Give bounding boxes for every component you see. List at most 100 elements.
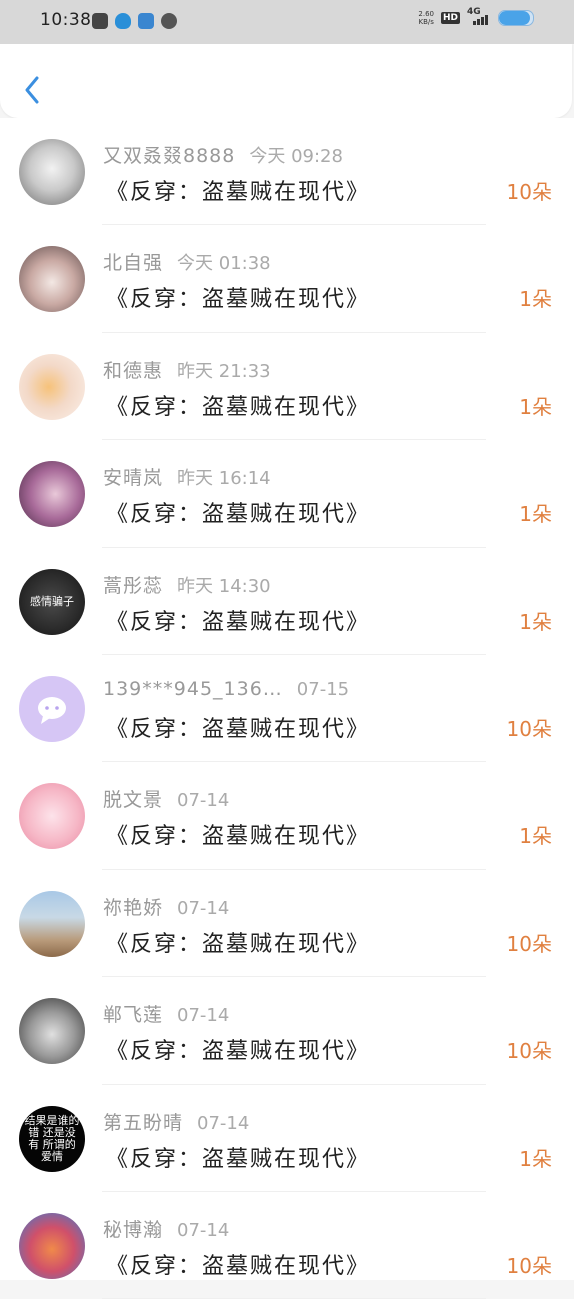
qq-icon [115,13,131,29]
gift-amount: 10朵 [506,931,552,956]
list-item[interactable]: 脱文景 07-14 《反穿：盗墓贼在现代》 1朵 [0,762,574,870]
book-title[interactable]: 《反穿：盗墓贼在现代》 [106,1141,370,1173]
book-title[interactable]: 《反穿：盗墓贼在现代》 [106,711,370,743]
record-time: 今天 01:38 [177,253,271,275]
row-meta: 又双叒叕8888 今天 09:28 [103,141,343,168]
gift-amount: 10朵 [506,1039,552,1064]
network-type: 4G [467,7,481,17]
row-meta: 安晴岚 昨天 16:14 [103,463,271,490]
gift-amount: 1朵 [519,609,552,634]
list-item[interactable]: 又双叒叕8888 今天 09:28 《反穿：盗墓贼在现代》 10朵 [0,118,574,226]
status-bar: 10:38 2.60 KB/s HD 4G [0,0,574,44]
list-item[interactable]: 结果是谁的错 还是没有 所谓的爱情 第五盼晴 07-14 《反穿：盗墓贼在现代》… [0,1085,574,1192]
gift-amount: 1朵 [519,394,552,419]
row-meta: 秘博瀚 07-14 [103,1215,229,1242]
chevron-left-icon [25,76,39,104]
avatar[interactable] [19,246,85,313]
user-name[interactable]: 脱文景 [103,785,163,812]
header-bar [0,44,572,118]
list-item[interactable]: 和德惠 昨天 21:33 《反穿：盗墓贼在现代》 1朵 [0,333,574,441]
gift-amount: 1朵 [519,502,552,527]
avatar-caption: 结果是谁的错 还是没有 所谓的爱情 [24,1113,80,1163]
wechat-icon [161,13,177,29]
signal-icon: 4G [467,7,491,25]
user-name[interactable]: 秘博瀚 [103,1215,163,1242]
list-item[interactable]: 秘博瀚 07-14 《反穿：盗墓贼在现代》 10朵 [0,1192,574,1299]
list-item[interactable]: 郸飞莲 07-14 《反穿：盗墓贼在现代》 10朵 [0,977,574,1085]
book-title[interactable]: 《反穿：盗墓贼在现代》 [106,926,370,958]
record-time: 今天 09:28 [249,146,343,167]
avatar[interactable] [19,139,85,205]
record-time: 07-14 [177,790,230,812]
gift-amount: 10朵 [506,180,552,204]
record-time: 07-14 [177,1005,230,1027]
list-item[interactable]: 安晴岚 昨天 16:14 《反穿：盗墓贼在现代》 1朵 [0,440,574,548]
back-button[interactable] [20,74,44,106]
book-title[interactable]: 《反穿：盗墓贼在现代》 [106,1248,370,1280]
user-name[interactable]: 安晴岚 [103,463,163,490]
user-name[interactable]: 又双叒叕8888 [103,141,235,168]
network-speed-unit: KB/s [418,18,434,26]
book-title[interactable]: 《反穿：盗墓贼在现代》 [106,389,370,421]
user-name[interactable]: 第五盼晴 [103,1108,183,1135]
list-item[interactable]: 139***945_136… 07-15 《反穿：盗墓贼在现代》 10朵 [0,655,574,763]
avatar[interactable] [19,890,85,957]
list-item[interactable]: 感情骗子 蒿彤蕊 昨天 14:30 《反穿：盗墓贼在现代》 1朵 [0,548,574,655]
book-title[interactable]: 《反穿：盗墓贼在现代》 [106,174,370,206]
row-meta: 蒿彤蕊 昨天 14:30 [103,571,271,598]
book-title[interactable]: 《反穿：盗墓贼在现代》 [106,281,370,313]
avatar-caption: 感情骗子 [30,594,74,608]
user-name[interactable]: 北自强 [103,248,163,275]
gift-amount: 10朵 [506,716,552,741]
battery-level [499,11,530,25]
row-meta: 北自强 今天 01:38 [103,248,271,275]
user-name[interactable]: 139***945_136… [103,678,283,700]
book-title[interactable]: 《反穿：盗墓贼在现代》 [106,496,370,528]
avatar[interactable]: 感情骗子 [19,568,85,635]
record-time: 昨天 14:30 [177,575,271,597]
avatar[interactable] [19,998,85,1065]
status-indicators: 2.60 KB/s HD 4G [418,7,534,26]
status-app-icons [92,13,177,29]
avatar[interactable] [19,1212,85,1279]
row-meta: 脱文景 07-14 [103,785,229,812]
user-name[interactable]: 祢艳娇 [103,893,163,920]
record-time: 昨天 21:33 [177,360,271,382]
avatar[interactable] [19,675,85,742]
record-time: 07-15 [296,678,350,700]
book-title[interactable]: 《反穿：盗墓贼在现代》 [106,604,370,636]
row-meta: 祢艳娇 07-14 [103,893,229,920]
row-meta: 第五盼晴 07-14 [103,1108,249,1135]
record-time: 07-14 [177,1219,230,1241]
network-speed-value: 2.60 [418,10,434,18]
gallery-icon [92,13,108,29]
avatar[interactable] [19,783,85,850]
book-title[interactable]: 《反穿：盗墓贼在现代》 [106,818,370,850]
list-item[interactable]: 北自强 今天 01:38 《反穿：盗墓贼在现代》 1朵 [0,225,574,333]
record-time: 昨天 16:14 [177,468,271,490]
user-name[interactable]: 郸飞莲 [103,1000,163,1027]
record-time: 07-14 [177,897,230,919]
gift-amount: 1朵 [519,1146,552,1171]
hd-badge: HD [440,12,460,24]
avatar[interactable] [19,353,85,420]
avatar[interactable] [19,461,85,528]
gift-amount: 1朵 [519,824,552,849]
status-time: 10:38 [40,10,92,30]
browser-icon [138,13,154,29]
record-time: 07-14 [197,1112,250,1134]
network-speed: 2.60 KB/s [418,10,434,26]
book-title[interactable]: 《反穿：盗墓贼在现代》 [106,1033,370,1065]
row-meta: 郸飞莲 07-14 [103,1000,229,1027]
avatar[interactable]: 结果是谁的错 还是没有 所谓的爱情 [19,1105,85,1172]
battery-icon [498,10,534,26]
list-item[interactable]: 祢艳娇 07-14 《反穿：盗墓贼在现代》 10朵 [0,870,574,978]
row-meta: 和德惠 昨天 21:33 [103,356,271,383]
user-name[interactable]: 蒿彤蕊 [103,571,163,598]
chat-bubble-icon [38,696,66,724]
row-meta: 139***945_136… 07-15 [103,678,349,700]
gift-amount: 10朵 [506,1253,552,1278]
gift-record-list: 又双叒叕8888 今天 09:28 《反穿：盗墓贼在现代》 10朵 北自强 今天… [0,118,574,1299]
user-name[interactable]: 和德惠 [103,356,163,383]
gift-amount: 1朵 [519,287,552,312]
